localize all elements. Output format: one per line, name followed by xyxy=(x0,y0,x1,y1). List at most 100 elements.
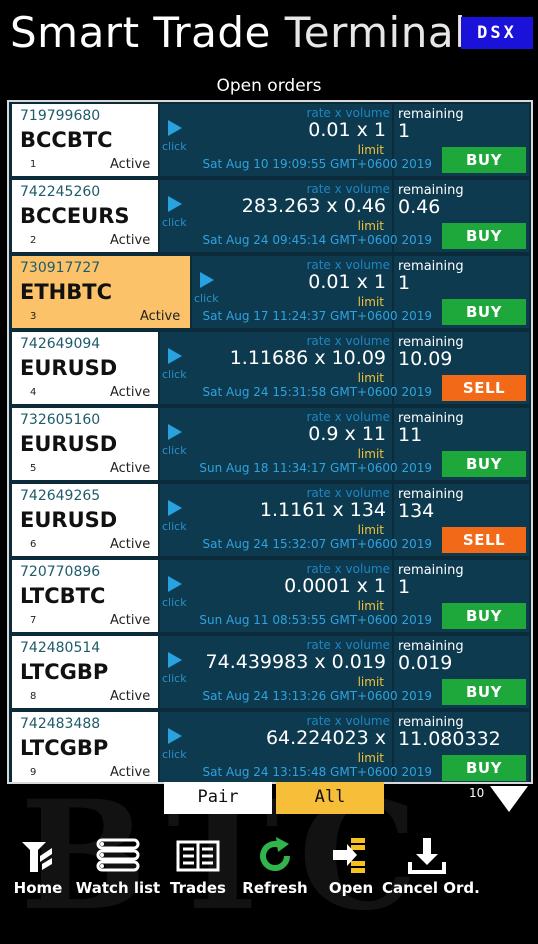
rate-volume-label: rate x volume xyxy=(306,714,390,728)
nav-home[interactable]: Home xyxy=(0,828,83,900)
order-rate-volume: 74.439983 x 0.019 xyxy=(205,651,386,673)
click-label: click xyxy=(162,140,187,153)
order-status: Active xyxy=(110,157,151,172)
click-label: click xyxy=(162,672,187,685)
order-rate-volume: 1.11686 x 10.09 xyxy=(229,347,386,369)
order-remaining: 1 xyxy=(398,576,411,598)
order-date: Sat Aug 24 15:32:07 GMT+0600 2019 xyxy=(202,537,432,551)
order-pair: BCCBTC xyxy=(20,128,113,152)
order-type-label: limit xyxy=(357,219,384,233)
order-status: Active xyxy=(110,689,151,704)
order-detail-cell[interactable]: click rate x volume 283.263 x 0.46 limit Sat… xyxy=(160,180,432,252)
order-id: 742480514 xyxy=(20,640,101,656)
order-detail-cell[interactable]: click rate x volume 0.01 x 1 limit Sat Aug 1… xyxy=(192,256,432,328)
order-detail-cell[interactable]: click rate x volume 0.01 x 1 limit Sat Aug 1… xyxy=(160,104,432,176)
order-detail-cell[interactable]: click rate x volume 1.11686 x 10.09 limit Sa… xyxy=(160,332,432,404)
page-down-arrow-icon[interactable] xyxy=(490,786,528,812)
order-row[interactable]: 742649094 EURUSD 4 Active click rate x volume… xyxy=(9,330,531,404)
order-side-button[interactable]: BUY xyxy=(442,679,526,705)
order-remaining: 1 xyxy=(398,272,411,294)
rate-volume-label: rate x volume xyxy=(306,334,390,348)
order-detail-cell[interactable]: click rate x volume 64.224023 x limit Sat Au… xyxy=(160,712,432,782)
order-id: 720770896 xyxy=(20,564,101,580)
filter-pair-button[interactable]: Pair xyxy=(164,780,272,814)
rate-volume-label: rate x volume xyxy=(306,486,390,500)
nav-home-label: Home xyxy=(13,879,63,897)
order-side-button[interactable]: SELL xyxy=(442,527,526,553)
order-remaining: 11.080332 xyxy=(398,728,501,750)
play-icon[interactable] xyxy=(168,120,182,136)
order-side-button[interactable]: SELL xyxy=(442,375,526,401)
order-row[interactable]: 742480514 LTCGBP 8 Active click rate x volume… xyxy=(9,634,531,708)
play-icon[interactable] xyxy=(168,348,182,364)
order-row[interactable]: 742245260 BCCEURS 2 Active click rate x volum… xyxy=(9,178,531,252)
click-label: click xyxy=(162,520,187,533)
refresh-icon xyxy=(260,837,290,871)
order-type-label: limit xyxy=(357,447,384,461)
app-title-bold: Smart Trade xyxy=(10,8,271,57)
filter-all-button[interactable]: All xyxy=(276,780,384,814)
order-info-cell[interactable]: 732605160 EURUSD 5 Active xyxy=(12,408,158,480)
play-icon[interactable] xyxy=(168,652,182,668)
order-type-label: limit xyxy=(357,371,384,385)
click-label: click xyxy=(162,596,187,609)
play-icon[interactable] xyxy=(168,728,182,744)
order-rate-volume: 0.9 x 11 xyxy=(308,423,386,445)
order-type-label: limit xyxy=(357,675,384,689)
order-type-label: limit xyxy=(357,143,384,157)
order-date: Sat Aug 10 19:09:55 GMT+0600 2019 xyxy=(202,157,432,171)
order-detail-cell[interactable]: click rate x volume 1.1161 x 134 limit Sat A… xyxy=(160,484,432,556)
order-id: 742245260 xyxy=(20,184,101,200)
section-title: Open orders xyxy=(216,76,322,96)
order-info-cell[interactable]: 720770896 LTCBTC 7 Active xyxy=(12,560,158,632)
order-info-cell[interactable]: 730917727 ETHBTC 3 Active xyxy=(12,256,190,328)
order-remaining: 1 xyxy=(398,120,411,142)
order-date: Sat Aug 24 09:45:14 GMT+0600 2019 xyxy=(202,233,432,247)
order-info-cell[interactable]: 719799680 BCCBTC 1 Active xyxy=(12,104,158,176)
orders-list[interactable]: 719799680 BCCBTC 1 Active click rate x volume… xyxy=(7,100,533,784)
trades-icon xyxy=(176,840,220,872)
order-date: Sat Aug 24 15:31:58 GMT+0600 2019 xyxy=(202,385,432,399)
play-icon[interactable] xyxy=(168,424,182,440)
play-icon[interactable] xyxy=(168,196,182,212)
order-side-button[interactable]: BUY xyxy=(442,147,526,173)
order-date: Sat Aug 24 13:13:26 GMT+0600 2019 xyxy=(202,689,432,703)
click-label: click xyxy=(162,444,187,457)
play-icon[interactable] xyxy=(168,576,182,592)
order-row[interactable]: 720770896 LTCBTC 7 Active click rate x volume… xyxy=(9,558,531,632)
order-type-label: limit xyxy=(357,599,384,613)
order-index: 3 xyxy=(30,311,37,322)
nav-watch-list[interactable]: Watch list xyxy=(73,828,163,900)
order-id: 742649265 xyxy=(20,488,101,504)
nav-cancel-orders[interactable]: Cancel Ord. xyxy=(382,828,480,900)
play-icon[interactable] xyxy=(200,272,214,288)
brand-logo: DSX xyxy=(461,17,533,49)
order-side-button[interactable]: BUY xyxy=(442,755,526,781)
order-side-button[interactable]: BUY xyxy=(442,451,526,477)
order-side-button[interactable]: BUY xyxy=(442,299,526,325)
order-remaining: 11 xyxy=(398,424,423,446)
play-icon[interactable] xyxy=(168,500,182,516)
order-detail-cell[interactable]: click rate x volume 0.0001 x 1 limit Sun Aug… xyxy=(160,560,432,632)
order-info-cell[interactable]: 742245260 BCCEURS 2 Active xyxy=(12,180,158,252)
order-row[interactable]: 719799680 BCCBTC 1 Active click rate x volume… xyxy=(9,102,531,176)
click-label: click xyxy=(162,216,187,229)
order-info-cell[interactable]: 742649265 EURUSD 6 Active xyxy=(12,484,158,556)
order-rate-volume: 64.224023 x xyxy=(265,727,386,749)
order-side-button[interactable]: BUY xyxy=(442,223,526,249)
order-index: 6 xyxy=(30,539,37,550)
click-label: click xyxy=(194,292,219,305)
order-index: 4 xyxy=(30,387,37,398)
order-id: 730917727 xyxy=(20,260,101,276)
order-type-label: limit xyxy=(357,523,384,537)
open-orders-icon xyxy=(333,838,365,873)
order-info-cell[interactable]: 742480514 LTCGBP 8 Active xyxy=(12,636,158,708)
order-info-cell[interactable]: 742649094 EURUSD 4 Active xyxy=(12,332,158,404)
order-detail-cell[interactable]: click rate x volume 0.9 x 11 limit Sun Aug 1… xyxy=(160,408,432,480)
order-detail-cell[interactable]: click rate x volume 74.439983 x 0.019 limit… xyxy=(160,636,432,708)
order-row[interactable]: 730917727 ETHBTC 3 Active click rate x volume… xyxy=(9,254,531,328)
order-row[interactable]: 732605160 EURUSD 5 Active click rate x volume… xyxy=(9,406,531,480)
order-side-button[interactable]: BUY xyxy=(442,603,526,629)
order-pair: EURUSD xyxy=(20,356,118,380)
order-row[interactable]: 742649265 EURUSD 6 Active click rate x volume… xyxy=(9,482,531,556)
